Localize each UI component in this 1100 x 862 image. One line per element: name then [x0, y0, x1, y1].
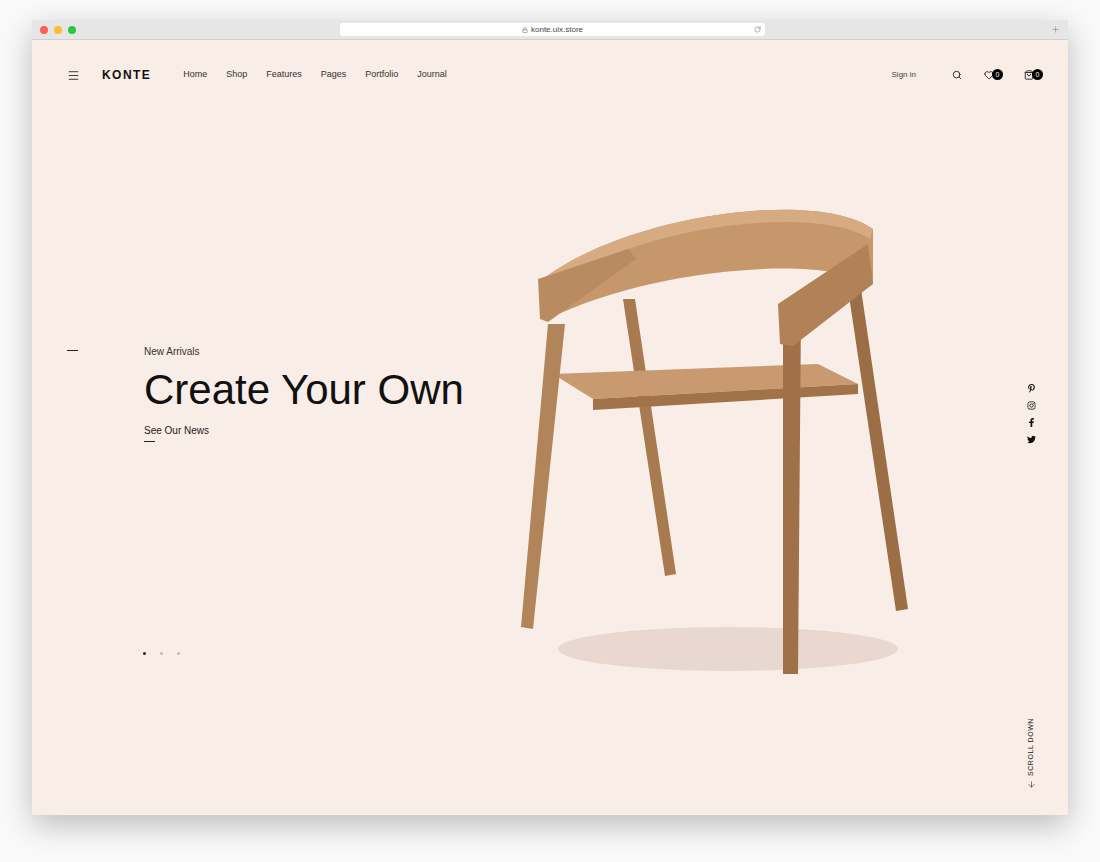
twitter-icon[interactable] [1027, 435, 1036, 444]
slider-dot[interactable] [160, 652, 163, 655]
facebook-icon[interactable] [1027, 418, 1036, 427]
nav-link[interactable]: Pages [321, 68, 347, 82]
pinterest-icon[interactable] [1027, 384, 1036, 393]
page: KONTE Home Shop Features Pages Portfolio Journ… [32, 40, 1068, 815]
new-tab-icon[interactable] [1051, 25, 1060, 34]
slider-dots [143, 652, 518, 655]
hero-link[interactable]: See Our News [144, 423, 464, 438]
scroll-down[interactable]: SCROLL DOWN [1026, 718, 1037, 789]
browser-title-bar: konte.uix.store [32, 20, 1068, 40]
site-header: KONTE Home Shop Features Pages Portfolio Journ… [32, 40, 1068, 84]
wishlist-count-badge: 0 [992, 69, 1003, 80]
screenshot: konte.uix.store KONTE Home Shop Features Page… [0, 0, 1100, 862]
zoom-button[interactable] [68, 26, 76, 34]
search-icon[interactable] [952, 70, 962, 80]
hero-eyebrow: New Arrivals [144, 344, 464, 359]
hero-text-column: New Arrivals Create Your Own See Our News [32, 84, 518, 815]
slider-dot[interactable] [143, 652, 146, 655]
nav-link[interactable]: Features [266, 68, 302, 82]
hero-title: Create Your Own [144, 367, 464, 413]
close-button[interactable] [40, 26, 48, 34]
slider-dot[interactable] [177, 652, 180, 655]
cart-count-badge: 0 [1032, 69, 1043, 80]
slide-dash [67, 350, 78, 351]
lock-icon [522, 27, 528, 33]
nav-link[interactable]: Journal [417, 68, 447, 82]
hero-link-underline [144, 441, 155, 442]
wishlist-button[interactable]: 0 [984, 70, 994, 80]
address-bar[interactable]: konte.uix.store [340, 23, 765, 36]
hero-side: SCROLL DOWN [1008, 84, 1054, 815]
nav-link[interactable]: Shop [226, 68, 247, 82]
cart-button[interactable]: 0 [1024, 70, 1034, 80]
instagram-icon[interactable] [1027, 401, 1036, 410]
nav-link[interactable]: Portfolio [365, 68, 398, 82]
nav-link[interactable]: Home [183, 68, 207, 82]
arrow-down-icon [1027, 780, 1036, 789]
reload-icon[interactable] [754, 26, 761, 33]
chair-image-icon [518, 194, 918, 684]
browser-window: konte.uix.store KONTE Home Shop Features Page… [32, 20, 1068, 815]
menu-icon[interactable] [67, 69, 80, 82]
social-links [1027, 84, 1036, 444]
hero-image [518, 84, 928, 815]
logo[interactable]: KONTE [102, 66, 151, 84]
hero: New Arrivals Create Your Own See Our News S… [32, 84, 1068, 815]
minimize-button[interactable] [54, 26, 62, 34]
main-nav: Home Shop Features Pages Portfolio Journal [183, 68, 447, 82]
sign-in-link[interactable]: Sign in [892, 69, 916, 81]
